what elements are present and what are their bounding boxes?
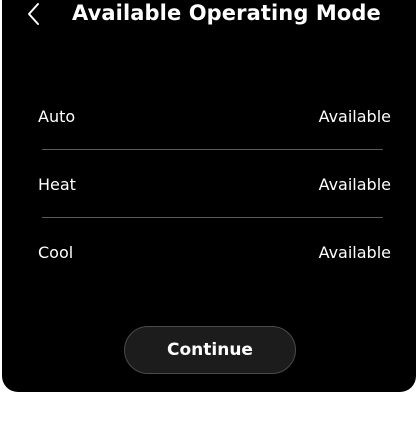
mode-row-cool: Cool Available xyxy=(38,230,391,298)
mode-list: Auto Available Heat Available Cool Avail… xyxy=(38,94,391,298)
mode-name: Cool xyxy=(38,243,74,262)
mode-status: Available xyxy=(318,175,391,194)
mode-status: Available xyxy=(318,107,391,126)
divider xyxy=(42,149,383,150)
chevron-left-icon xyxy=(28,3,39,25)
operating-mode-panel: Available Operating Mode Auto Available … xyxy=(2,0,416,392)
mode-status: Available xyxy=(318,243,391,262)
mode-name: Auto xyxy=(38,107,76,126)
mode-row-auto: Auto Available xyxy=(38,94,391,162)
mode-row-heat: Heat Available xyxy=(38,162,391,230)
back-button[interactable] xyxy=(20,0,48,28)
continue-button[interactable]: Continue xyxy=(124,326,296,374)
page-title: Available Operating Mode xyxy=(72,1,381,25)
mode-name: Heat xyxy=(38,175,76,194)
divider xyxy=(42,217,383,218)
